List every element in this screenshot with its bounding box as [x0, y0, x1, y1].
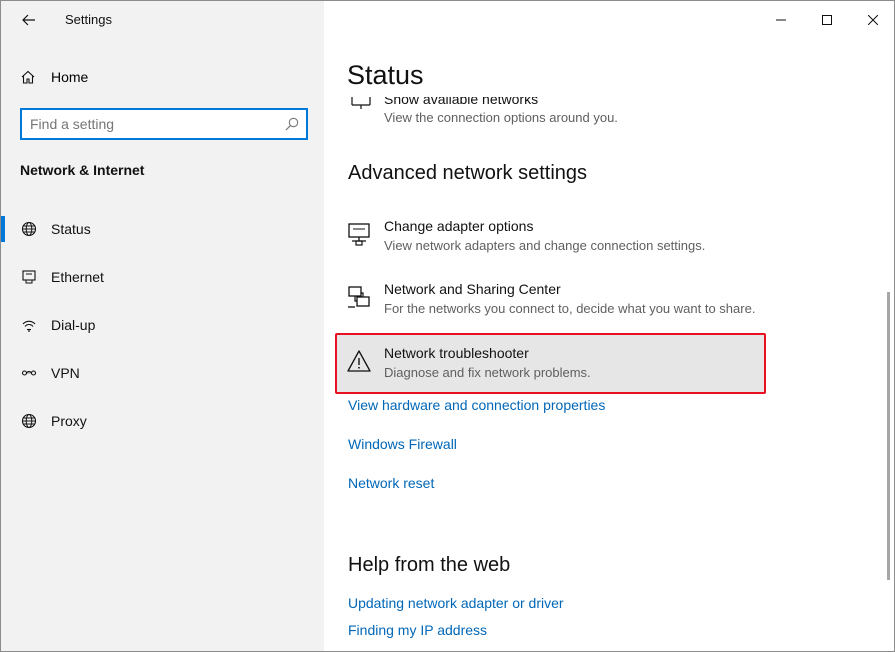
network-troubleshooter-item[interactable]: Network troubleshooter Diagnose and fix … — [335, 333, 766, 394]
setting-title: Show available networks — [384, 91, 539, 107]
window-controls — [758, 1, 894, 39]
sidebar-item-dialup[interactable]: Dial-up — [1, 305, 324, 345]
setting-title: Network and Sharing Center — [384, 281, 561, 297]
setting-title: Change adapter options — [384, 218, 534, 234]
minimize-icon — [776, 19, 786, 21]
updating-network-adapter-link[interactable]: Updating network adapter or driver — [348, 595, 564, 611]
setting-description: View network adapters and change connect… — [384, 238, 706, 253]
dialup-icon — [20, 316, 38, 334]
sidebar-item-label: Proxy — [51, 413, 87, 429]
settings-window: Settings Home Network & Internet — [0, 0, 895, 652]
globe-icon — [20, 220, 38, 238]
section-title: Network & Internet — [20, 162, 145, 178]
setting-description: View the connection options around you. — [384, 110, 618, 125]
wifi-networks-icon — [349, 97, 373, 118]
sharing-center-icon — [345, 283, 373, 311]
help-from-web-heading: Help from the web — [348, 554, 511, 576]
main-content: Status Show available networks View the … — [324, 1, 894, 651]
home-icon — [21, 70, 35, 84]
finding-ip-address-link[interactable]: Finding my IP address — [348, 622, 487, 638]
adapter-icon — [345, 220, 373, 248]
back-button[interactable] — [15, 7, 43, 33]
sidebar-item-label: Ethernet — [51, 269, 104, 285]
sidebar-item-label: Dial-up — [51, 317, 96, 333]
advanced-network-settings-heading: Advanced network settings — [348, 162, 588, 184]
close-button[interactable] — [850, 1, 894, 39]
sidebar-item-proxy[interactable]: Proxy — [1, 401, 324, 441]
search-icon[interactable] — [284, 116, 300, 132]
change-adapter-options-item[interactable]: Change adapter options View network adap… — [335, 206, 765, 266]
scrollbar[interactable] — [887, 292, 890, 580]
app-title: Settings — [65, 12, 112, 27]
vpn-icon — [20, 364, 38, 382]
setting-description: Diagnose and fix network problems. — [384, 365, 591, 380]
ethernet-icon — [20, 268, 38, 286]
globe-icon — [20, 412, 38, 430]
sidebar-item-label: Status — [51, 221, 91, 237]
back-arrow-icon — [22, 14, 35, 26]
search-input[interactable] — [30, 114, 280, 134]
maximize-icon — [822, 15, 832, 25]
sidebar-item-ethernet[interactable]: Ethernet — [1, 257, 324, 297]
view-hardware-properties-link[interactable]: View hardware and connection properties — [348, 397, 605, 413]
sidebar: Settings Home Network & Internet — [1, 1, 324, 651]
maximize-button[interactable] — [804, 1, 850, 39]
network-reset-link[interactable]: Network reset — [348, 475, 434, 491]
setting-description: For the networks you connect to, decide … — [384, 301, 756, 316]
search-box[interactable] — [20, 108, 308, 140]
home-label: Home — [51, 69, 89, 85]
windows-firewall-link[interactable]: Windows Firewall — [348, 436, 457, 452]
setting-title: Network troubleshooter — [384, 345, 529, 361]
home-nav-item[interactable]: Home — [20, 65, 88, 89]
warning-icon — [345, 347, 373, 375]
network-sharing-center-item[interactable]: Network and Sharing Center For the netwo… — [335, 269, 765, 329]
sidebar-item-label: VPN — [51, 365, 80, 381]
sidebar-item-status[interactable]: Status — [1, 209, 324, 249]
close-icon — [868, 15, 878, 25]
minimize-button[interactable] — [758, 1, 804, 39]
sidebar-item-vpn[interactable]: VPN — [1, 353, 324, 393]
page-title: Status — [347, 60, 424, 90]
show-available-networks-item[interactable]: Show available networks View the connect… — [347, 89, 847, 129]
clipped-row: Show available networks View the connect… — [347, 91, 847, 129]
